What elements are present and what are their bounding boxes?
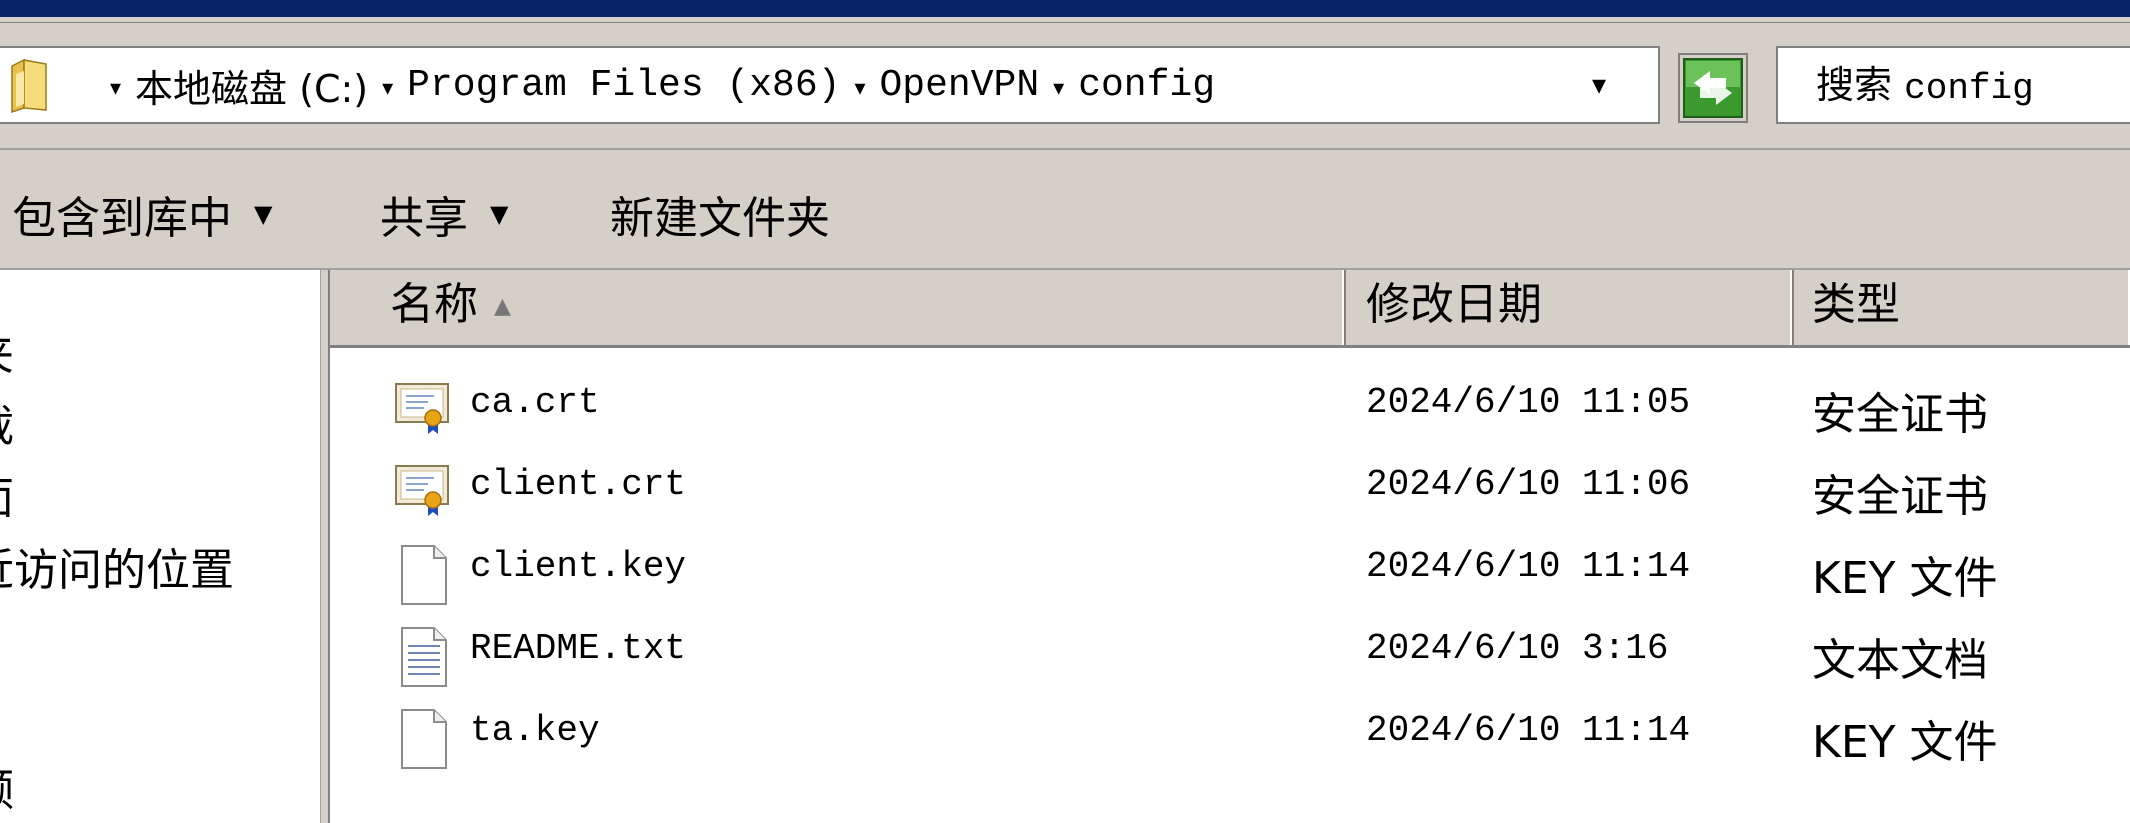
text-file-icon <box>394 626 454 692</box>
column-header-name-label: 名称 <box>390 279 478 330</box>
column-header-row: 名称 ▲ 修改日期 类型 <box>330 270 2130 348</box>
address-bar[interactable]: ▾ 本地磁盘 (C:) ▾ Program Files (x86) ▾ Open… <box>0 46 1660 124</box>
file-type: KEY 文件 <box>1812 717 1998 768</box>
file-name: ca.crt <box>470 382 600 423</box>
title-bar-edge <box>0 17 2130 23</box>
column-header-type-label: 类型 <box>1812 279 1900 330</box>
file-name: client.key <box>470 546 687 587</box>
include-in-library-label: 包含到库中 <box>12 193 232 244</box>
file-name: ta.key <box>470 710 600 751</box>
share-button[interactable]: 共享 ▼ <box>380 182 508 246</box>
nav-item-downloads[interactable]: 载 <box>0 390 14 454</box>
breadcrumb-item-config[interactable]: config <box>1078 64 1215 107</box>
nav-item-videos[interactable]: 频 <box>0 754 14 818</box>
file-row[interactable]: ca.crt 2024/6/10 11:05 安全证书 <box>330 366 2130 448</box>
file-modified-date: 2024/6/10 11:06 <box>1366 464 1691 505</box>
breadcrumb-item-program-files[interactable]: Program Files (x86) <box>407 64 840 107</box>
column-header-modified-label: 修改日期 <box>1366 279 1542 330</box>
file-modified-date: 2024/6/10 11:14 <box>1366 546 1691 587</box>
file-row[interactable]: client.key 2024/6/10 11:14 KEY 文件 <box>330 530 2130 612</box>
file-row[interactable]: client.crt 2024/6/10 11:06 安全证书 <box>330 448 2130 530</box>
new-folder-button[interactable]: 新建文件夹 <box>610 182 830 246</box>
new-folder-label: 新建文件夹 <box>610 193 830 244</box>
file-list: 名称 ▲ 修改日期 类型 ca.crt 2024/6/10 11:05 安全证书 <box>330 270 2130 823</box>
blank-file-icon <box>394 708 454 774</box>
file-name: client.crt <box>470 464 687 505</box>
share-label: 共享 <box>380 193 468 244</box>
nav-item-desktop[interactable]: 面 <box>0 462 14 526</box>
pane-splitter[interactable] <box>320 270 330 823</box>
address-history-dropdown-icon[interactable]: ▾ <box>1592 68 1606 101</box>
file-modified-date: 2024/6/10 11:14 <box>1366 710 1691 751</box>
file-modified-date: 2024/6/10 3:16 <box>1366 628 1669 669</box>
folder-icon <box>10 58 50 118</box>
navigation-pane: 夹 载 面 近访问的位置 频 <box>0 270 320 823</box>
column-header-name[interactable]: 名称 ▲ <box>330 270 1346 345</box>
command-toolbar: 包含到库中 ▼ 共享 ▼ 新建文件夹 <box>0 150 2130 270</box>
breadcrumb-item-openvpn[interactable]: OpenVPN <box>880 64 1040 107</box>
certificate-icon <box>394 380 454 440</box>
column-header-modified[interactable]: 修改日期 <box>1346 270 1794 345</box>
include-in-library-button[interactable]: 包含到库中 ▼ <box>12 182 272 246</box>
window-title-bar[interactable] <box>0 0 2130 17</box>
file-type: 文本文档 <box>1812 635 1988 686</box>
breadcrumb-separator-icon[interactable]: ▾ <box>382 76 393 101</box>
refresh-icon <box>1683 58 1743 118</box>
sort-ascending-icon: ▲ <box>494 294 511 319</box>
breadcrumb-separator-icon[interactable]: ▾ <box>1053 76 1064 101</box>
refresh-button[interactable] <box>1678 53 1748 123</box>
file-name: README.txt <box>470 628 687 669</box>
nav-item-recent-places[interactable]: 近访问的位置 <box>0 534 234 598</box>
search-input[interactable]: 搜索 config <box>1776 46 2130 124</box>
chevron-down-icon: ▼ <box>254 200 273 228</box>
file-type: 安全证书 <box>1812 471 1988 522</box>
breadcrumb-separator-icon[interactable]: ▾ <box>854 76 865 101</box>
file-row[interactable]: README.txt 2024/6/10 3:16 文本文档 <box>330 612 2130 694</box>
chevron-down-icon: ▼ <box>490 200 509 228</box>
nav-item-favorites-folder[interactable]: 夹 <box>0 318 14 382</box>
breadcrumb-separator-icon[interactable]: ▾ <box>110 76 121 101</box>
file-row[interactable]: ta.key 2024/6/10 11:14 KEY 文件 <box>330 694 2130 776</box>
search-term: config <box>1904 68 2034 109</box>
file-type: KEY 文件 <box>1812 553 1998 604</box>
address-row: ▾ 本地磁盘 (C:) ▾ Program Files (x86) ▾ Open… <box>0 24 2130 150</box>
search-label: 搜索 <box>1816 63 1893 107</box>
breadcrumb: ▾ 本地磁盘 (C:) ▾ Program Files (x86) ▾ Open… <box>96 48 1215 122</box>
file-type: 安全证书 <box>1812 389 1988 440</box>
breadcrumb-item-local-disk[interactable]: 本地磁盘 (C:) <box>135 58 368 113</box>
blank-file-icon <box>394 544 454 610</box>
certificate-icon <box>394 462 454 522</box>
column-header-type[interactable]: 类型 <box>1794 270 2130 345</box>
file-modified-date: 2024/6/10 11:05 <box>1366 382 1691 423</box>
